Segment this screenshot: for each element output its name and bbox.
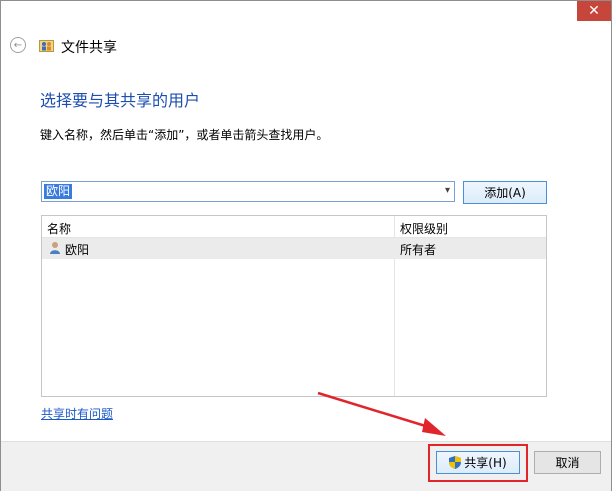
user-permission-table: 名称 权限级别 欧阳 所有者 — [41, 215, 547, 397]
column-header-permission[interactable]: 权限级别 — [400, 220, 448, 237]
title-bar: ← 文件共享 — [1, 31, 611, 61]
window-title: 文件共享 — [61, 40, 117, 56]
cancel-button[interactable]: 取消 — [534, 451, 601, 474]
dialog-window: ✕ ← 文件共享 选择要与其共享的用户 键入名称，然后单击“添加”，或者单击箭头… — [0, 0, 612, 491]
chevron-down-icon[interactable]: ▾ — [445, 185, 450, 196]
annotation-highlight-box — [428, 444, 528, 482]
share-users-icon — [39, 40, 54, 52]
table-header: 名称 权限级别 — [42, 216, 546, 238]
page-heading: 选择要与其共享的用户 — [40, 91, 201, 110]
add-button[interactable]: 添加(A) — [463, 181, 547, 204]
close-button[interactable]: ✕ — [577, 1, 611, 21]
row-user-name: 欧阳 — [65, 243, 90, 257]
sharing-help-link[interactable]: 共享时有问题 — [41, 405, 113, 422]
user-icon — [50, 242, 60, 254]
column-header-name[interactable]: 名称 — [47, 220, 71, 237]
close-icon: ✕ — [588, 3, 600, 19]
row-permission[interactable]: 所有者 — [400, 241, 436, 258]
back-button[interactable]: ← — [10, 37, 26, 53]
user-name-value[interactable]: 欧阳 — [44, 184, 73, 199]
user-name-combobox[interactable]: 欧阳 ▾ — [41, 181, 455, 202]
table-row[interactable]: 欧阳 所有者 — [42, 238, 546, 259]
back-arrow-icon: ← — [13, 39, 23, 51]
instruction-text: 键入名称，然后单击“添加”，或者单击箭头查找用户。 — [40, 128, 329, 142]
